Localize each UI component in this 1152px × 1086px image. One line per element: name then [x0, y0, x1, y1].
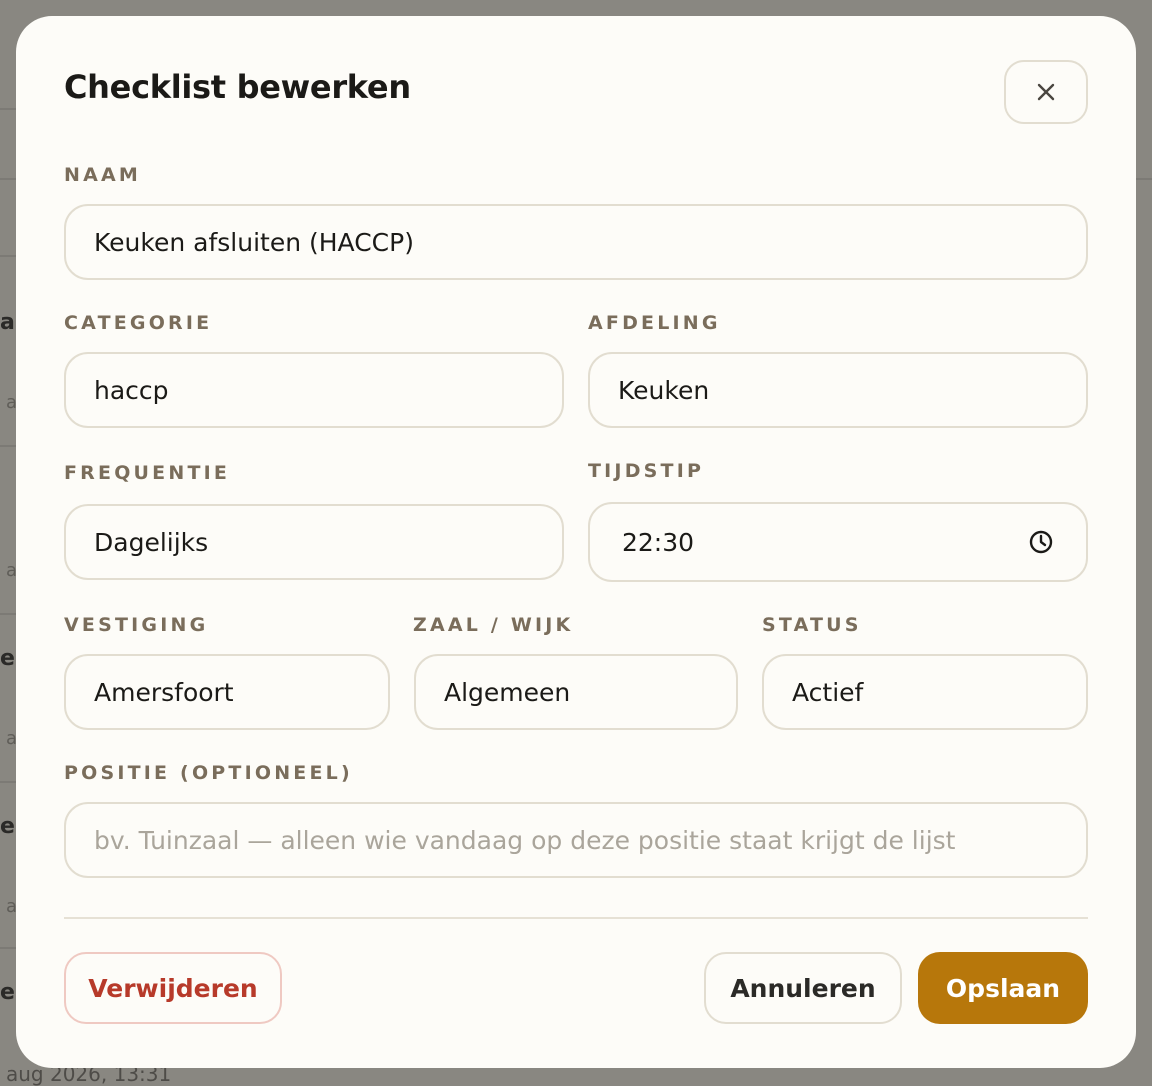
background-divider [0, 781, 16, 783]
zaal-wijk-label: ZAAL / WIJK [413, 614, 574, 636]
vestiging-select[interactable]: Amersfoort [64, 654, 390, 730]
naam-value: Keuken afsluiten (HACCP) [94, 227, 414, 257]
edit-checklist-dialog: Checklist bewerken NAAM Keuken afsluiten… [16, 16, 1136, 1068]
afdeling-label: AFDELING [588, 312, 721, 334]
tijdstip-value: 22:30 [622, 527, 695, 557]
background-divider [0, 613, 16, 615]
dialog-title: Checklist bewerken [64, 68, 411, 106]
positie-label: POSITIE (OPTIONEEL) [64, 762, 353, 784]
status-value: Actief [792, 677, 864, 707]
cancel-button[interactable]: Annuleren [704, 952, 902, 1024]
afdeling-input[interactable]: Keuken [588, 352, 1088, 428]
positie-input[interactable]: bv. Tuinzaal — alleen wie vandaag op dez… [64, 802, 1088, 878]
background-divider [0, 947, 16, 949]
naam-input[interactable]: Keuken afsluiten (HACCP) [64, 204, 1088, 280]
background-divider [1136, 178, 1152, 180]
frequentie-select[interactable]: Dagelijks [64, 504, 564, 580]
vestiging-value: Amersfoort [94, 677, 234, 707]
zaal-wijk-value: Algemeen [444, 677, 571, 707]
save-button[interactable]: Opslaan [918, 952, 1088, 1024]
background-divider [0, 178, 16, 180]
frequentie-label: FREQUENTIE [64, 462, 231, 484]
categorie-value: haccp [94, 375, 169, 405]
zaal-wijk-select[interactable]: Algemeen [414, 654, 738, 730]
footer-divider [64, 917, 1088, 919]
background-divider [0, 108, 16, 110]
background-divider [0, 255, 16, 257]
tijdstip-label: TIJDSTIP [588, 460, 705, 482]
clock-icon[interactable] [1028, 529, 1054, 555]
status-label: STATUS [762, 614, 862, 636]
frequentie-value: Dagelijks [94, 527, 209, 557]
positie-placeholder: bv. Tuinzaal — alleen wie vandaag op dez… [94, 825, 956, 855]
background-divider [0, 445, 16, 447]
delete-button[interactable]: Verwijderen [64, 952, 282, 1024]
afdeling-value: Keuken [618, 375, 710, 405]
close-icon [1037, 83, 1055, 101]
naam-label: NAAM [64, 164, 142, 186]
categorie-input[interactable]: haccp [64, 352, 564, 428]
status-select[interactable]: Actief [762, 654, 1088, 730]
tijdstip-time-input[interactable]: 22:30 [588, 502, 1088, 582]
close-button[interactable] [1004, 60, 1088, 124]
categorie-label: CATEGORIE [64, 312, 213, 334]
vestiging-label: VESTIGING [64, 614, 209, 636]
